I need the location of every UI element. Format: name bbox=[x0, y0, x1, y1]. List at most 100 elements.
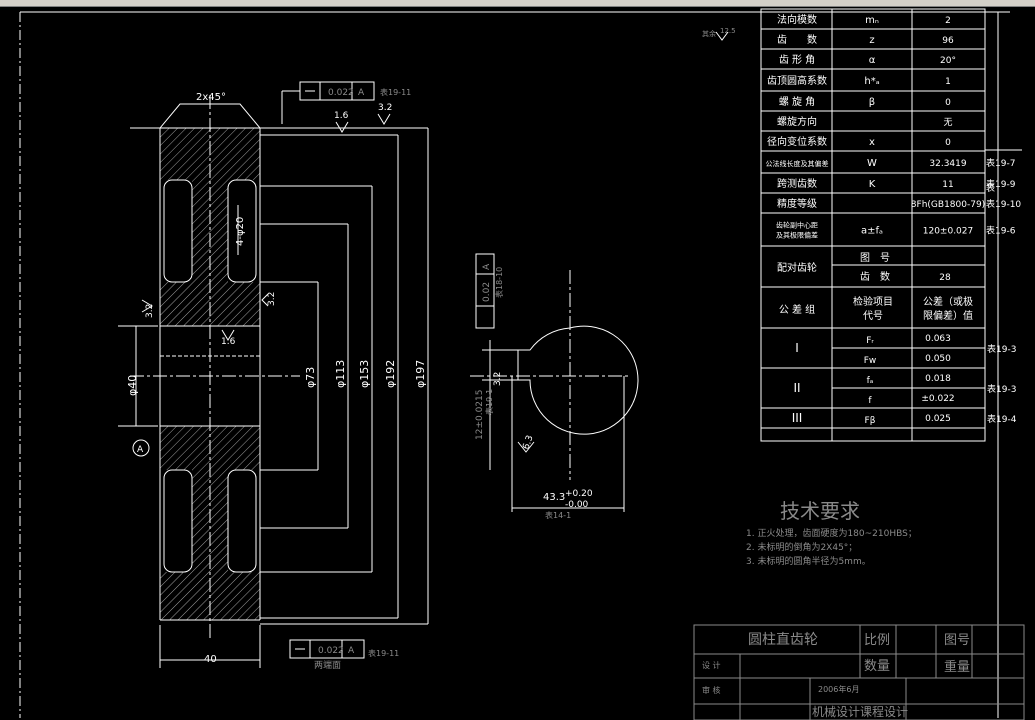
param-symbol: K bbox=[869, 179, 876, 190]
dim-d197-label: φ197 bbox=[414, 360, 427, 388]
mate-teeth-value: 28 bbox=[939, 273, 951, 283]
param-value: 8Fh(GB1800-79) bbox=[911, 200, 985, 210]
param-name: 齿 数 bbox=[777, 33, 817, 46]
tolerance-col2: 代号 bbox=[863, 310, 883, 322]
tolerance-value: 0.018 bbox=[925, 374, 951, 384]
roughness-32-keyway: 3.2 bbox=[493, 372, 503, 386]
keyway-dim-label: 12±0.0215 bbox=[475, 390, 485, 440]
tolerance-code: Fβ bbox=[865, 416, 876, 426]
datum-label: A bbox=[137, 445, 144, 455]
tolerance-value-bottom: 0.022 bbox=[318, 646, 344, 656]
title-block-review-label: 审 核 bbox=[702, 685, 721, 695]
tolerance-code: Fw bbox=[864, 356, 877, 366]
datum-ref-bottom: A bbox=[348, 646, 355, 656]
param-value: 2 bbox=[945, 16, 951, 26]
param-value: 11 bbox=[942, 180, 953, 190]
tolerance-group-id: I bbox=[795, 341, 799, 355]
param-symbol: z bbox=[869, 35, 874, 46]
width-label: 40 bbox=[204, 654, 217, 665]
tolerance-value: 0.050 bbox=[925, 354, 951, 364]
side-datum: A bbox=[482, 263, 492, 270]
cad-drawing: 2x45° 0.022 A 表19-11 1.6 3.2 1.6 4-φ20 φ… bbox=[19, 8, 1025, 720]
table-ref-top: 表19-11 bbox=[380, 87, 411, 97]
side-tol-value: 0.02 bbox=[482, 282, 492, 302]
param-symbol: W bbox=[867, 158, 877, 169]
param-name: 径向变位系数 bbox=[767, 135, 827, 148]
title-block-qty-label: 数量 bbox=[864, 659, 890, 674]
keyway-table-ref: 表19-1 bbox=[484, 389, 494, 415]
param-value: 20° bbox=[940, 56, 956, 66]
dim-d73-label: φ73 bbox=[304, 367, 317, 388]
param-name: 及其极限偏差 bbox=[776, 231, 818, 240]
tolerance-group-id: III bbox=[792, 411, 803, 425]
param-value: 96 bbox=[942, 36, 954, 46]
tolerance-code: Fᵣ bbox=[866, 336, 874, 346]
tolerance-group-id: II bbox=[793, 381, 800, 395]
param-name: 螺 旋 角 bbox=[779, 95, 815, 108]
param-value: 无 bbox=[943, 117, 952, 128]
param-symbol: h*ₐ bbox=[864, 76, 879, 87]
param-value: 0 bbox=[945, 98, 951, 108]
title-block-part-name: 圆柱直齿轮 bbox=[748, 631, 818, 648]
tech-line-2: 2. 未标明的倒角为2X45°； bbox=[746, 541, 857, 553]
param-name: 精度等级 bbox=[777, 197, 817, 210]
extra-table-ref: 表 bbox=[986, 182, 995, 194]
param-table-ref: 表19-10 bbox=[986, 198, 1021, 210]
tolerance-table-ref: 表19-4 bbox=[987, 413, 1017, 425]
other-roughness-label: 其余 bbox=[702, 29, 716, 38]
param-table-ref: 表19-7 bbox=[986, 157, 1015, 169]
tolerance-code: fₐ bbox=[867, 376, 874, 386]
roughness-32-left: 3.2 bbox=[145, 304, 155, 318]
param-value: 1 bbox=[945, 77, 951, 87]
drawing-canvas[interactable]: 2x45° 0.022 A 表19-11 1.6 3.2 1.6 4-φ20 φ… bbox=[0, 0, 1035, 720]
tolerance-col3: 公差（或极 bbox=[923, 295, 973, 308]
tolerance-value: 0.025 bbox=[925, 414, 951, 424]
side-table-ref: 表18-10 bbox=[494, 267, 504, 298]
param-symbol: β bbox=[869, 97, 875, 108]
tech-title: 技术要求 bbox=[780, 499, 860, 523]
hub-tol-bottom: -0.00 bbox=[565, 500, 589, 510]
hole-dim-label: 4-φ20 bbox=[235, 217, 246, 246]
mate-teeth-label: 齿 数 bbox=[860, 270, 890, 283]
hole-left-top bbox=[163, 179, 193, 283]
roughness-16-bore: 1.6 bbox=[221, 337, 236, 347]
bottom-note: 两端面 bbox=[314, 659, 341, 671]
dim-bore-label: φ40 bbox=[126, 375, 139, 396]
title-block-date: 2006年6月 bbox=[818, 684, 859, 694]
tolerance-group-label: 公 差 组 bbox=[779, 303, 815, 316]
param-name: 齿顶圆高系数 bbox=[767, 74, 827, 87]
hub-width-label: 43.3 bbox=[543, 492, 565, 503]
gear-section-view: 2x45° 0.022 A 表19-11 1.6 3.2 1.6 4-φ20 φ… bbox=[118, 81, 429, 671]
param-table-ref: 表19-6 bbox=[986, 225, 1016, 237]
param-name: 螺旋方向 bbox=[777, 115, 817, 128]
tolerance-value: ±0.022 bbox=[921, 394, 954, 404]
hub-circle bbox=[517, 325, 639, 435]
hub-table-ref: 表14-1 bbox=[545, 510, 571, 520]
hole-right-bottom bbox=[227, 469, 257, 573]
param-name: 公法线长度及其偏差 bbox=[766, 159, 829, 168]
tolerance-code: f bbox=[868, 396, 872, 406]
title-block-scale-label: 比例 bbox=[864, 633, 890, 648]
chamfer-label: 2x45° bbox=[196, 92, 226, 103]
param-name: 法向模数 bbox=[777, 13, 817, 26]
param-value: 120±0.027 bbox=[923, 227, 973, 237]
other-roughness-value: 12.5 bbox=[720, 27, 736, 35]
tolerance-value: 0.063 bbox=[925, 334, 951, 344]
param-value: 32.3419 bbox=[929, 159, 966, 169]
tolerance-table-ref: 表19-3 bbox=[987, 383, 1016, 395]
roughness-63: 6.3 bbox=[521, 434, 535, 451]
param-symbol: α bbox=[869, 55, 876, 66]
tolerance-value-top: 0.022 bbox=[328, 88, 354, 98]
tech-line-1: 1. 正火处理，齿面硬度为180~210HBS； bbox=[746, 527, 917, 539]
table-ref-bottom: 表19-11 bbox=[368, 648, 399, 658]
title-block-weight-label: 重量 bbox=[944, 659, 970, 675]
param-value: 0 bbox=[945, 138, 951, 148]
param-symbol: a±fₐ bbox=[861, 226, 883, 237]
hub-tol-top: +0.20 bbox=[565, 489, 593, 499]
mate-label: 配对齿轮 bbox=[777, 261, 817, 274]
param-name: 齿轮副中心距 bbox=[776, 221, 818, 230]
title-block-design-label: 设 计 bbox=[702, 660, 721, 670]
hub-end-view: 43.3 +0.20 -0.00 表14-1 12±0.0215 表19-1 0… bbox=[470, 253, 639, 520]
tolerance-col2: 检验项目 bbox=[853, 295, 893, 308]
tolerance-table-ref: 表19-3 bbox=[987, 343, 1016, 355]
